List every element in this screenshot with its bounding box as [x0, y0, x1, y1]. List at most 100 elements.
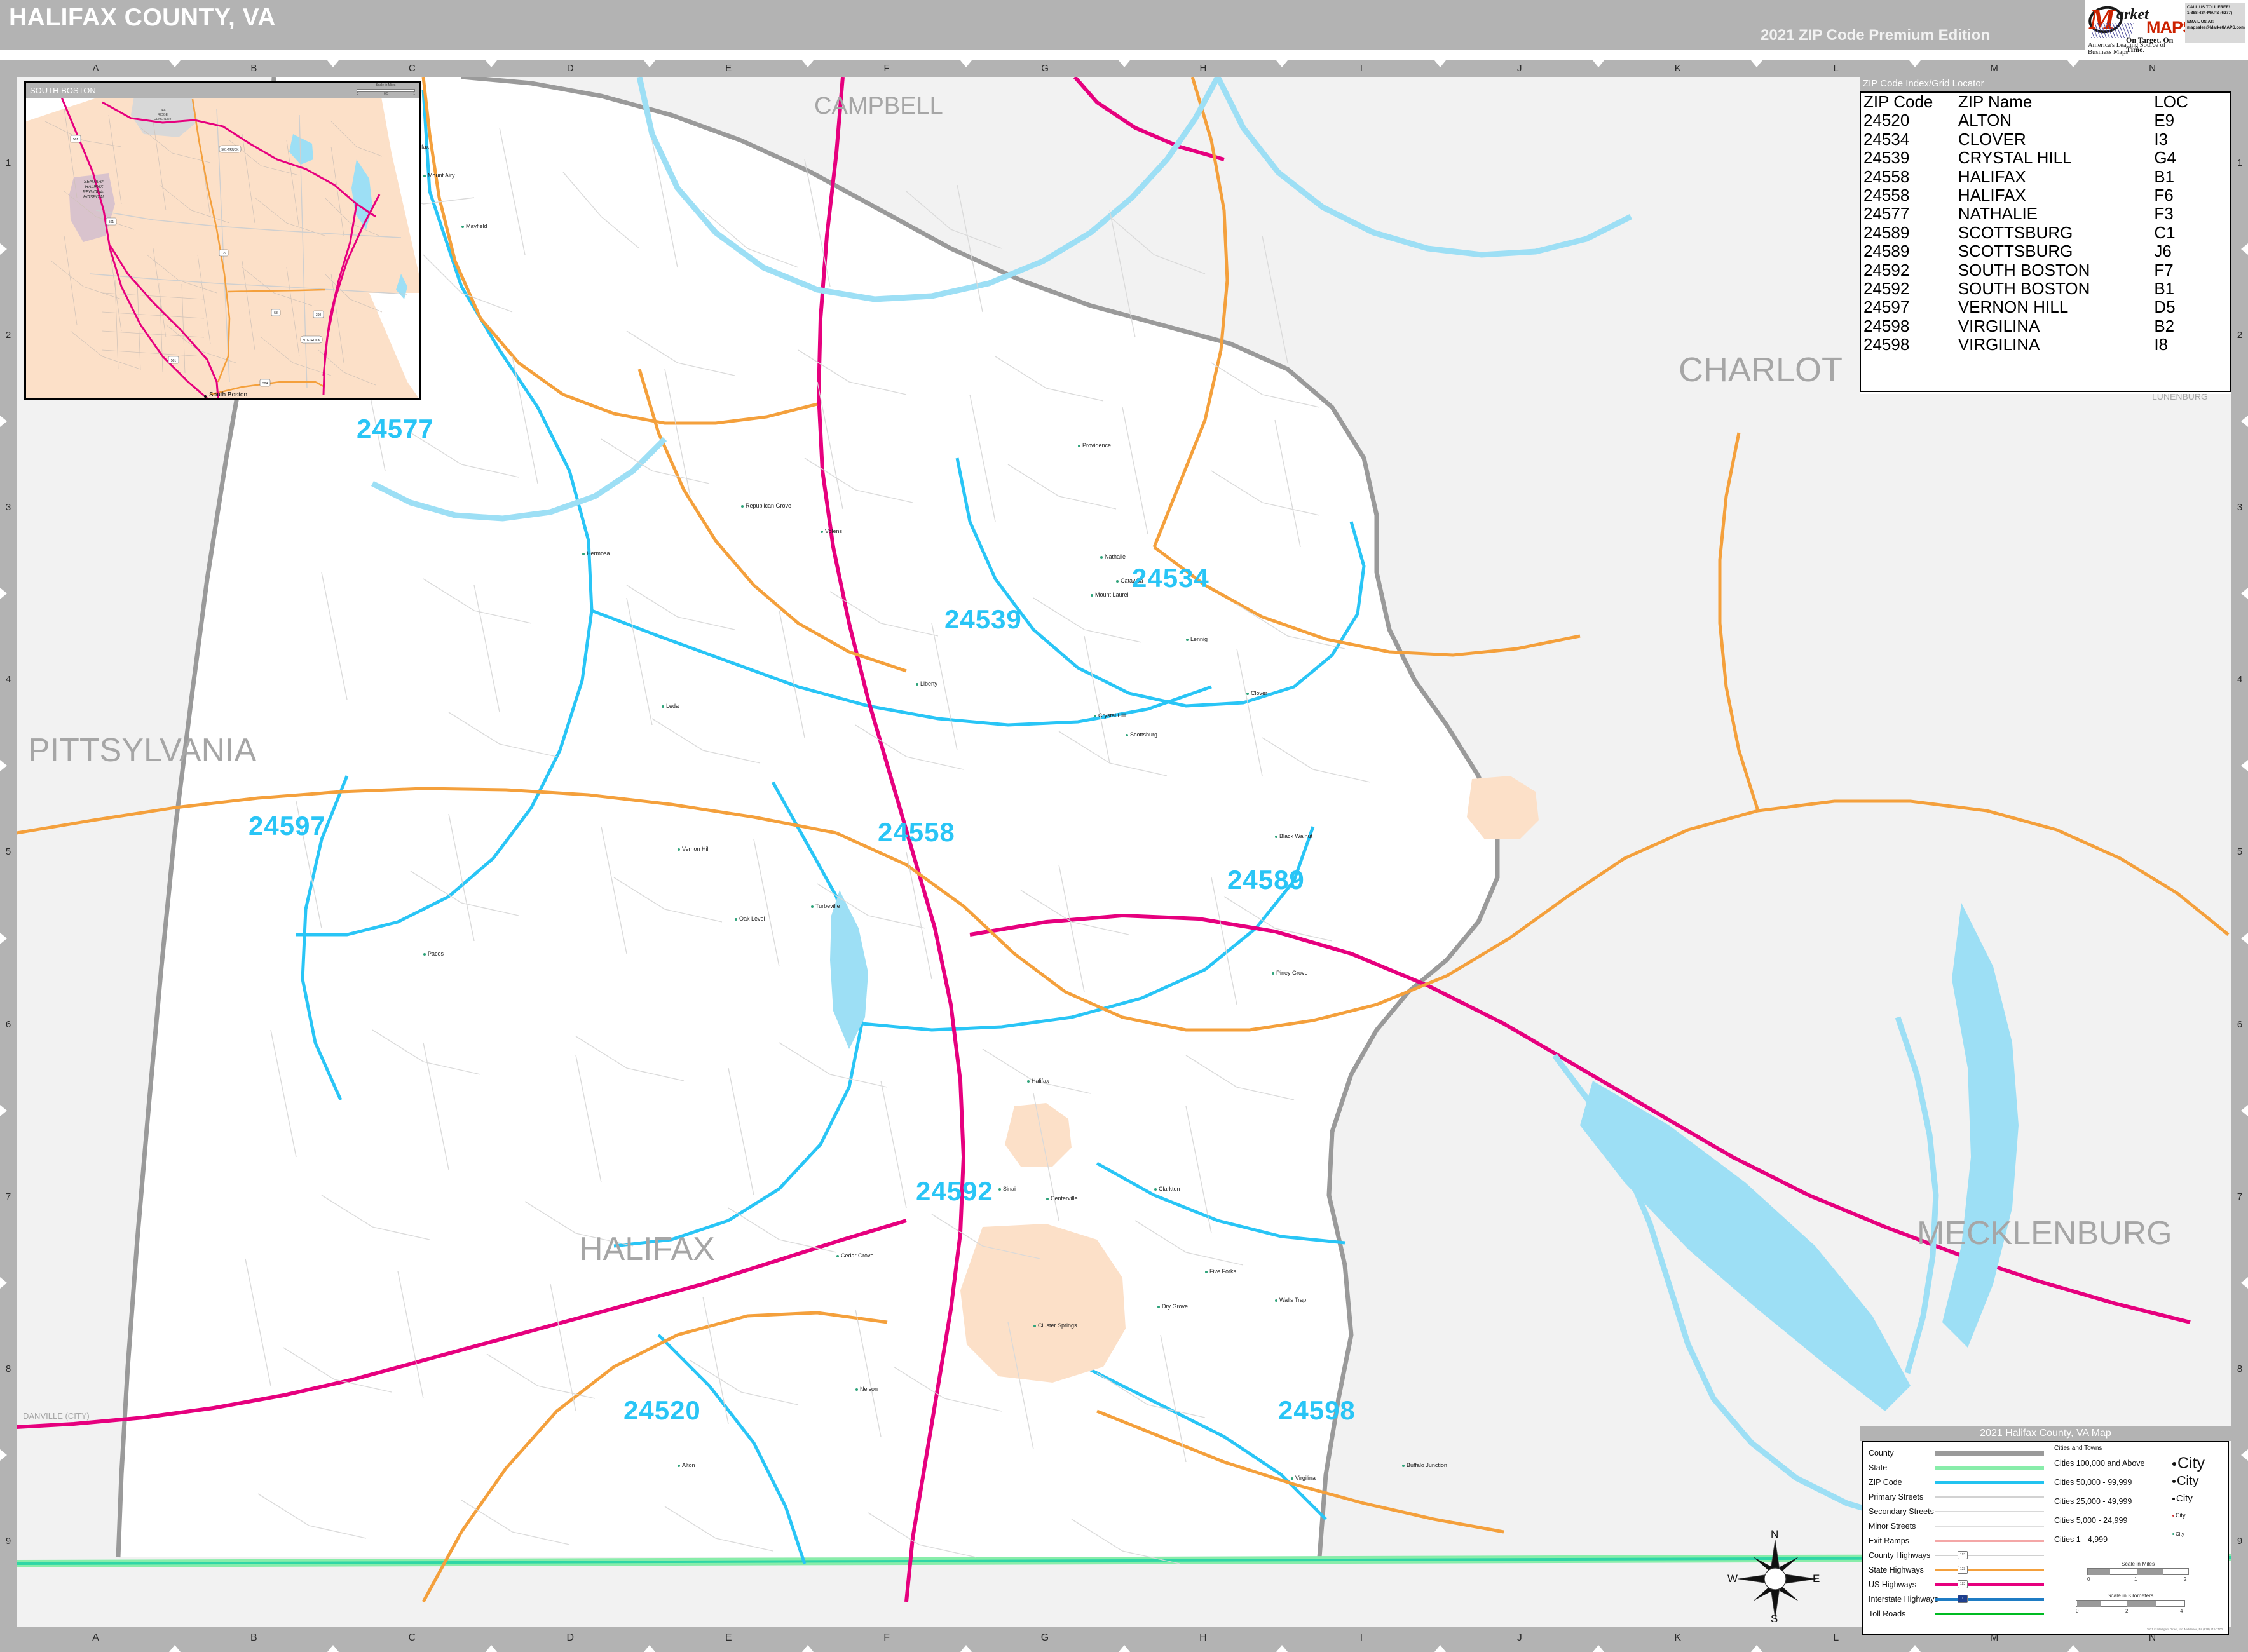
marketmaps-logo-icon: M arket MAPS On Target. On Time. America… [2086, 1, 2194, 56]
zip-code-map-label: 24598 [1278, 1395, 1356, 1425]
zip-table-row[interactable]: 24592 SOUTH BOSTON B1 [1861, 279, 2230, 298]
place-dot [1126, 734, 1128, 736]
zip-table-row[interactable]: 24597 VERNON HILL D5 [1861, 297, 2230, 317]
grid-tick-top [1751, 60, 1763, 67]
grid-tick-left [0, 588, 7, 600]
place-dot [1272, 972, 1274, 975]
grid-tick-bottom [1593, 1645, 1605, 1652]
zip-loc-cell: I3 [2154, 129, 2168, 149]
zip-table-row[interactable]: 24598 VIRGILINA B2 [1861, 316, 2230, 335]
grid-tick-left [0, 760, 7, 772]
place-name-label: Paces [428, 951, 444, 957]
zip-loc-cell: F7 [2154, 260, 2174, 280]
zip-table-row[interactable]: 24558 HALIFAX F6 [1861, 186, 2230, 205]
place-name-label: Mount Airy [428, 172, 455, 179]
legend-cities-title: Cities and Towns [2054, 1445, 2102, 1452]
zip-table-wrapper: ZIP Code ZIP Name LOC 24520 ALTON E9 24534 CLOV… [1860, 91, 2231, 392]
legend-route-shield-icon: I [1958, 1595, 1968, 1603]
grid-col-label-bottom-I: I [1359, 1632, 1363, 1643]
zip-table-row[interactable]: 24589 SCOTTSBURG J6 [1861, 241, 2230, 261]
zip-table-row[interactable]: 24577 NATHALIE F3 [1861, 205, 2230, 224]
place-name-label: Centerville [1051, 1195, 1078, 1202]
place-dot [1046, 1198, 1049, 1200]
scale-km-tick-2: 4 [2180, 1608, 2183, 1614]
place-dot [1094, 715, 1096, 717]
place-name-label: Virgilina [1295, 1475, 1316, 1481]
grid-row-label-9: 9 [5, 1535, 11, 1547]
place-name-label: Clarkton [1159, 1186, 1180, 1192]
edition-title: 2021 ZIP Code Premium Edition [1761, 27, 1990, 44]
inset-city-dot [204, 395, 207, 398]
place-name-label: Scottsburg [1130, 731, 1158, 738]
legend-line-swatch [1935, 1583, 2044, 1586]
compass-rose: N S E W [1727, 1528, 1823, 1627]
grid-tick-right [2241, 1276, 2248, 1289]
grid-row-label-6: 6 [5, 1019, 11, 1030]
zip-table-row[interactable]: 24592 SOUTH BOSTON F7 [1861, 261, 2230, 280]
legend-line-label: Primary Streets [1869, 1493, 1924, 1501]
grid-tick-bottom [327, 1645, 339, 1652]
place-name-label: Vernon Hill [682, 846, 710, 852]
place-dot [1091, 594, 1093, 597]
legend-city-dot-icon [2172, 1462, 2176, 1466]
grid-col-label-K: K [1674, 63, 1681, 74]
place-name-label: Republican Grove [746, 503, 792, 509]
grid-row-label-right-3: 3 [2237, 502, 2243, 513]
legend-line-row: US Highways 123 [1869, 1578, 2047, 1592]
legend-city-dot-icon [2172, 1480, 2176, 1484]
zip-table-row[interactable]: 24598 VIRGILINA I8 [1861, 335, 2230, 354]
place-dot [1100, 556, 1103, 559]
logo-market-text: arket [2116, 6, 2149, 23]
scale-km-tick-0: 0 [2076, 1608, 2079, 1614]
page-header: HALIFAX COUNTY, VA 2021 ZIP Code Premium… [0, 0, 2248, 60]
grid-row-label-5: 5 [5, 846, 11, 858]
zip-loc-cell: D5 [2154, 297, 2176, 317]
contact-email-label: EMAIL US AT: [2187, 20, 2214, 25]
compass-east-label: E [1813, 1573, 1820, 1585]
place-dot [1275, 1299, 1277, 1302]
grid-tick-right [2241, 1104, 2248, 1116]
scale-km-tick-1: 2 [2125, 1608, 2129, 1614]
place-dot [735, 918, 737, 921]
zip-code-cell: 24520 [1863, 111, 1910, 130]
zip-name-cell: VIRGILINA [1958, 316, 2040, 335]
grid-tick-top [485, 60, 497, 67]
place-dot [1291, 1477, 1293, 1480]
zip-table-row[interactable]: 24558 HALIFAX B1 [1861, 166, 2230, 186]
grid-col-label-bottom-H: H [1199, 1632, 1207, 1643]
legend-line-row: Primary Streets [1869, 1490, 2047, 1505]
place-name-label: Leda [666, 703, 679, 709]
legend-city-sample-text: City [2176, 1531, 2184, 1537]
page-title: HALIFAX COUNTY, VA [9, 4, 276, 31]
grid-row-label-right-4: 4 [2237, 674, 2243, 686]
zip-loc-cell: F6 [2154, 186, 2174, 205]
scale-bar-miles: Scale in Miles 0 1 2 [2087, 1561, 2189, 1586]
place-dot [855, 1388, 858, 1391]
grid-col-label-N: N [2149, 63, 2156, 74]
grid-row-label-4: 4 [5, 674, 11, 686]
legend-city-sample: City [2172, 1454, 2205, 1473]
zip-table-row[interactable]: 24589 SCOTTSBURG C1 [1861, 223, 2230, 242]
scale-bar-kilometers: Scale in Kilometers 0 2 4 [2076, 1592, 2185, 1618]
zip-code-map-label: 24534 [1132, 563, 1209, 593]
zip-loc-cell: B2 [2154, 316, 2175, 335]
zip-code-map-label: 24592 [916, 1176, 993, 1206]
grid-col-label-J: J [1517, 63, 1522, 74]
legend-city-label: Cities 50,000 - 99,999 [2054, 1478, 2132, 1487]
county-name-label: CHARLOT [1679, 351, 1843, 389]
legend-line-label: County [1869, 1449, 1894, 1458]
inset-map-south-boston[interactable]: SOUTH BOSTON Scale in Miles 0 0.5 1 OAK … [24, 81, 421, 400]
zip-table-row[interactable]: 24539 CRYSTAL HILL G4 [1861, 148, 2230, 167]
legend-city-dot-icon [2172, 1498, 2175, 1501]
zip-loc-cell: B1 [2154, 166, 2175, 186]
zip-loc-cell: I8 [2154, 335, 2168, 355]
zip-table-row[interactable]: 24534 CLOVER I3 [1861, 130, 2230, 149]
grid-row-label-right-1: 1 [2237, 158, 2243, 168]
scale-km-title: Scale in Kilometers [2107, 1592, 2154, 1599]
grid-row-label-right-7: 7 [2237, 1191, 2243, 1202]
zip-name-cell: VIRGILINA [1958, 335, 2040, 355]
zip-table-row[interactable]: 24520 ALTON E9 [1861, 111, 2230, 130]
legend-city-row: Cities 5,000 - 24,999 City [2054, 1512, 2226, 1530]
grid-tick-top [1909, 60, 1921, 67]
place-dot [998, 1188, 1001, 1191]
